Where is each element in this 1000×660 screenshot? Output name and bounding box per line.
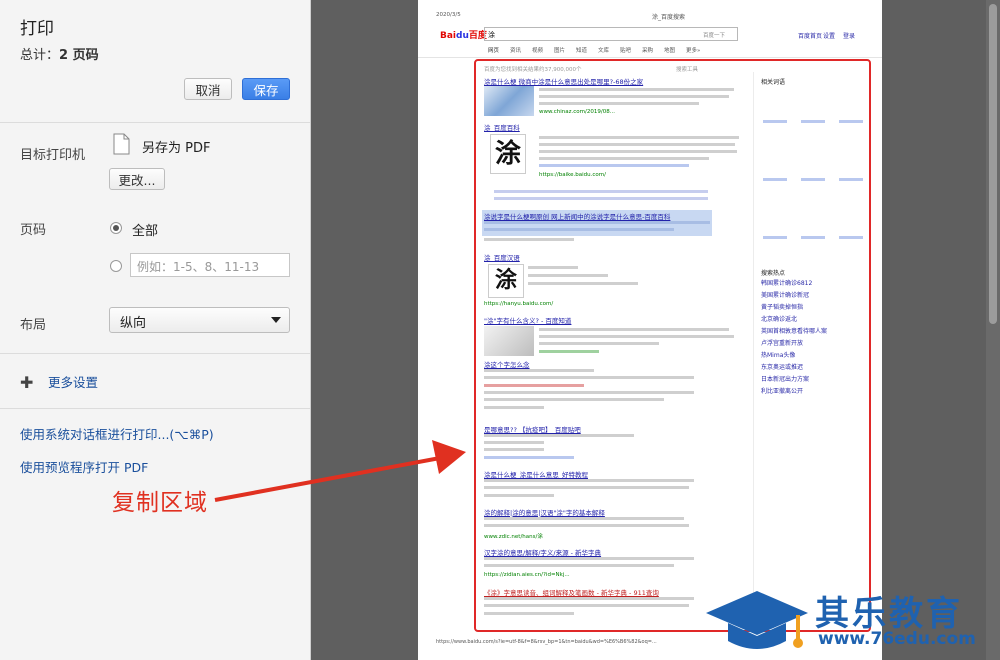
watermark-url: www.76edu.com: [818, 629, 976, 649]
total-label: 总计：: [20, 48, 60, 63]
layout-label: 布局: [20, 318, 47, 333]
copy-region-label: 复制区域: [112, 490, 208, 516]
divider: [418, 57, 882, 58]
watermark-brand: 其乐教育: [815, 594, 963, 634]
destination-label: 目标打印机: [20, 148, 86, 163]
save-button[interactable]: 保存: [242, 78, 290, 100]
print-page-title: 涂_百度搜索: [652, 14, 686, 21]
pdf-file-icon: [113, 133, 130, 155]
layout-value: 纵向: [120, 316, 147, 331]
system-dialog-link[interactable]: 使用系统对话框进行打印...(⌥⌘P): [20, 424, 214, 443]
change-destination-button[interactable]: 更改...: [109, 168, 165, 190]
page-total: 总计：2 页码: [20, 44, 99, 63]
baidu-logo: Baidu百度: [440, 31, 487, 41]
pages-custom-input[interactable]: 例如：1-5、8、11-13: [130, 253, 290, 277]
pages-custom-radio[interactable]: [110, 260, 122, 272]
header-link[interactable]: 设置: [823, 31, 835, 40]
divider: [0, 122, 310, 123]
scrollbar[interactable]: [986, 0, 1000, 660]
copy-region-box: [474, 59, 871, 632]
dialog-title: 打印: [20, 19, 54, 39]
watermark-logo: 其乐教育 www.76edu.com: [700, 583, 1000, 660]
cancel-button[interactable]: 取消: [184, 78, 232, 100]
total-value: 2 页码: [59, 48, 99, 63]
print-dialog-panel: 打印 总计：2 页码 取消 保存 目标打印机 另存为 PDF 更改... 页码 …: [0, 0, 311, 660]
scrollbar-thumb[interactable]: [989, 4, 997, 324]
print-footer-url: https://www.baidu.com/s?ie=utf-8&f=8&rsv…: [436, 639, 657, 645]
header-link[interactable]: 登录: [843, 31, 855, 40]
pages-label: 页码: [20, 223, 47, 238]
chevron-down-icon: [271, 317, 281, 323]
divider: [0, 408, 310, 409]
print-date: 2020/3/5: [436, 12, 461, 18]
pages-all-label: 全部: [132, 224, 159, 239]
result-tabs: 网页 资讯 视频 图片 知道 文库 贴吧 采购 地图 更多»: [488, 48, 701, 54]
header-link[interactable]: 百度首页: [798, 31, 822, 40]
search-button[interactable]: 百度一下: [703, 31, 725, 39]
layout-select[interactable]: 纵向: [109, 307, 290, 333]
pages-all-radio[interactable]: [110, 222, 122, 234]
divider: [0, 353, 310, 354]
more-settings-link[interactable]: 更多设置: [48, 372, 98, 391]
graduation-cap-icon: [706, 591, 808, 649]
plus-icon: ✚: [20, 373, 34, 392]
open-in-preview-link[interactable]: 使用预览程序打开 PDF: [20, 457, 148, 476]
search-input[interactable]: 涂 百度一下: [484, 27, 738, 41]
destination-value: 另存为 PDF: [142, 141, 211, 156]
